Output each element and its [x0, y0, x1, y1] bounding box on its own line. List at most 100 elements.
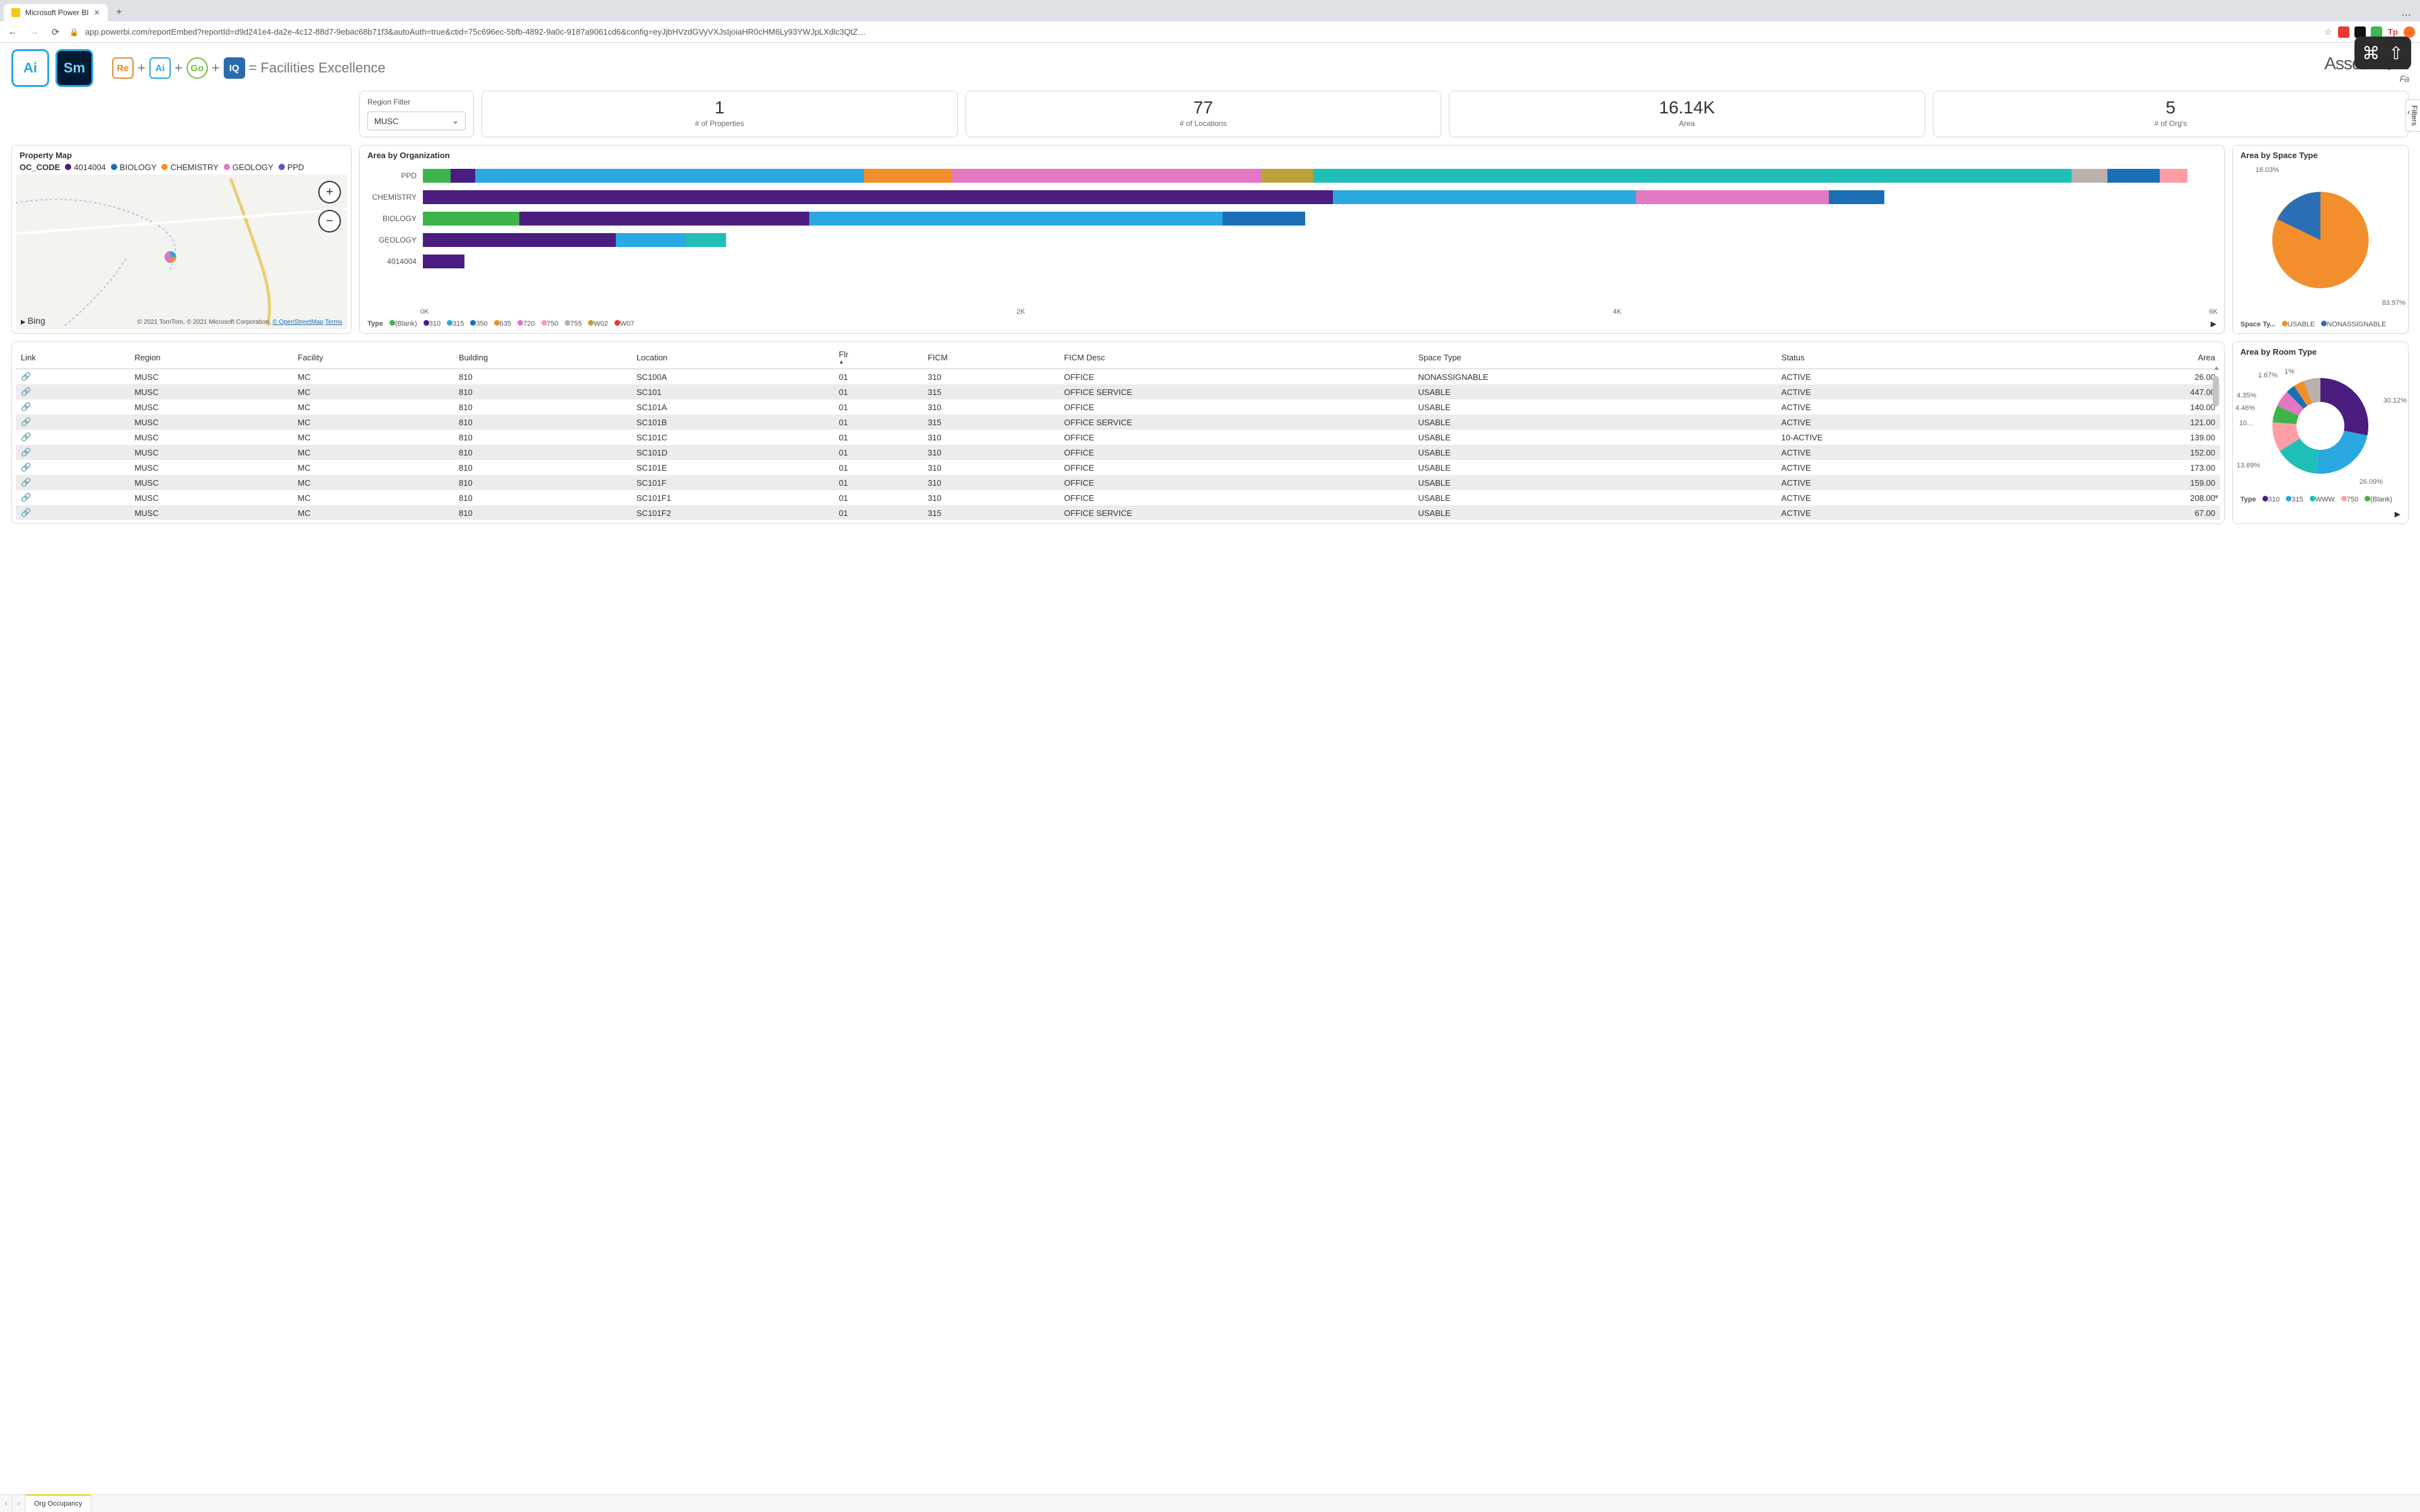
table-header[interactable]: FICM Desc: [1059, 346, 1413, 369]
link-icon[interactable]: 🔗: [21, 372, 31, 381]
link-icon[interactable]: 🔗: [21, 508, 31, 517]
table-row[interactable]: 🔗MUSCMC810SC101F201315OFFICE SERVICEUSAB…: [16, 505, 2220, 520]
legend-item[interactable]: 310: [424, 320, 441, 328]
bar-segment[interactable]: [2107, 169, 2160, 183]
table-row[interactable]: 🔗MUSCMC810SC101C01310OFFICEUSABLE10-ACTI…: [16, 430, 2220, 445]
bar-row[interactable]: CHEMISTRY: [369, 186, 2215, 208]
table-header[interactable]: Location: [631, 346, 834, 369]
link-cell[interactable]: 🔗: [16, 430, 129, 445]
kpi-card[interactable]: 5# of Org's: [1933, 91, 2409, 137]
table-header[interactable]: FICM: [923, 346, 1059, 369]
table-row[interactable]: 🔗MUSCMC810SC100A01310OFFICENONASSIGNABLE…: [16, 369, 2220, 385]
legend-item[interactable]: 350: [470, 320, 487, 328]
page-next-button[interactable]: ›: [13, 1495, 25, 1512]
legend-item[interactable]: CHEMISTRY: [161, 163, 218, 172]
legend-item[interactable]: BIOLOGY: [111, 163, 157, 172]
ext-icon[interactable]: [2404, 26, 2415, 38]
bar-segment[interactable]: [423, 255, 464, 268]
ext-icon[interactable]: [2338, 26, 2349, 38]
map-zoom-out-button[interactable]: −: [318, 210, 341, 232]
map-zoom-in-button[interactable]: +: [318, 181, 341, 203]
bar-segment[interactable]: [423, 169, 451, 183]
kpi-card[interactable]: 16.14KArea: [1449, 91, 1925, 137]
legend-item[interactable]: 720: [517, 320, 534, 328]
window-menu-icon[interactable]: ⋯: [2401, 9, 2411, 21]
table-row[interactable]: 🔗MUSCMC810SC101D01310OFFICEUSABLEACTIVE1…: [16, 445, 2220, 460]
region-filter-select[interactable]: MUSC ⌄: [367, 112, 466, 130]
page-tab-org-occupancy[interactable]: Org Occupancy: [25, 1494, 91, 1512]
map-area[interactable]: + − Bing © 2021 TomTom, © 2021 Microsoft…: [16, 175, 347, 329]
table-row[interactable]: 🔗MUSCMC810SC101A01310OFFICEUSABLEACTIVE1…: [16, 399, 2220, 415]
table-row[interactable]: 🔗MUSCMC810SC101F101310OFFICEUSABLEACTIVE…: [16, 490, 2220, 505]
filters-pane-toggle[interactable]: Filters ‹: [2406, 100, 2420, 132]
link-cell[interactable]: 🔗: [16, 460, 129, 475]
bar-segment[interactable]: [1829, 190, 1884, 204]
legend-item[interactable]: GEOLOGY: [224, 163, 274, 172]
legend-item[interactable]: W02: [588, 320, 608, 328]
table-header[interactable]: Link: [16, 346, 129, 369]
legend-item[interactable]: (Blank): [2365, 496, 2392, 503]
ext-icon[interactable]: [2371, 26, 2382, 38]
bar-segment[interactable]: [451, 169, 475, 183]
table-header[interactable]: Flr: [834, 346, 923, 369]
link-cell[interactable]: 🔗: [16, 445, 129, 460]
bar-chart[interactable]: PPDCHEMISTRYBIOLOGYGEOLOGY4014004: [360, 163, 2224, 306]
legend-more-icon[interactable]: ▶: [2211, 319, 2216, 328]
table-header[interactable]: Facility: [292, 346, 454, 369]
legend-item[interactable]: 750: [541, 320, 558, 328]
legend-item[interactable]: (Blank): [389, 320, 417, 328]
scroll-down-icon[interactable]: ▼: [2213, 494, 2220, 501]
close-tab-icon[interactable]: ✕: [94, 8, 100, 17]
table-header[interactable]: Building: [454, 346, 631, 369]
browser-tab[interactable]: Microsoft Power BI ✕: [4, 4, 108, 21]
new-tab-button[interactable]: +: [112, 5, 127, 20]
bar-segment[interactable]: [1636, 190, 1829, 204]
link-cell[interactable]: 🔗: [16, 384, 129, 399]
bar-segment[interactable]: [685, 233, 727, 247]
table-row[interactable]: 🔗MUSCMC810SC101E01310OFFICEUSABLEACTIVE1…: [16, 460, 2220, 475]
kpi-card[interactable]: 1# of Properties: [481, 91, 958, 137]
scroll-up-icon[interactable]: ▲: [2213, 365, 2220, 372]
bar-segment[interactable]: [864, 169, 952, 183]
legend-item[interactable]: 315: [447, 320, 464, 328]
donut-chart[interactable]: 30.12% 26.09% 13.69% 10... 4.46% 4.35% 1…: [2233, 359, 2408, 492]
kpi-card[interactable]: 77# of Locations: [965, 91, 1442, 137]
table-header[interactable]: Space Type: [1413, 346, 1776, 369]
bar-row[interactable]: 4014004: [369, 251, 2215, 272]
locations-table[interactable]: ▲ ▼ LinkRegionFacilityBuildingLocationFl…: [16, 346, 2220, 520]
legend-item[interactable]: PPD: [279, 163, 304, 172]
table-row[interactable]: 🔗MUSCMC810SC101B01315OFFICE SERVICEUSABL…: [16, 415, 2220, 430]
bar-segment[interactable]: [1313, 169, 2071, 183]
bar-segment[interactable]: [423, 212, 519, 226]
bar-segment[interactable]: [519, 212, 809, 226]
legend-item[interactable]: USABLE: [2282, 321, 2315, 328]
ext-icon[interactable]: Tp: [2387, 26, 2399, 38]
link-cell[interactable]: 🔗: [16, 475, 129, 490]
bar-row[interactable]: GEOLOGY: [369, 229, 2215, 251]
scroll-thumb[interactable]: [2213, 376, 2219, 406]
table-header[interactable]: Area: [2010, 346, 2220, 369]
legend-item[interactable]: 755: [565, 320, 582, 328]
back-button[interactable]: ←: [5, 25, 20, 40]
bar-segment[interactable]: [1333, 190, 1636, 204]
bar-row[interactable]: PPD: [369, 165, 2215, 186]
bar-segment[interactable]: [809, 212, 1223, 226]
bar-segment[interactable]: [1223, 212, 1305, 226]
table-row[interactable]: 🔗MUSCMC810SC10101315OFFICE SERVICEUSABLE…: [16, 384, 2220, 399]
legend-item[interactable]: 635: [494, 320, 511, 328]
legend-item[interactable]: W07: [614, 320, 635, 328]
url-text[interactable]: app.powerbi.com/reportEmbed?reportId=d9d…: [85, 27, 2318, 37]
reload-button[interactable]: ⟳: [48, 25, 63, 40]
link-icon[interactable]: 🔗: [21, 417, 31, 427]
link-cell[interactable]: 🔗: [16, 415, 129, 430]
link-icon[interactable]: 🔗: [21, 493, 31, 502]
legend-item[interactable]: 310: [2262, 496, 2279, 503]
bar-segment[interactable]: [2071, 169, 2107, 183]
link-icon[interactable]: 🔗: [21, 387, 31, 396]
table-header[interactable]: Region: [129, 346, 292, 369]
link-icon[interactable]: 🔗: [21, 478, 31, 487]
pie-chart[interactable]: 16.03% 83.97%: [2233, 163, 2408, 317]
bar-segment[interactable]: [423, 233, 616, 247]
legend-item[interactable]: WWW: [2310, 496, 2335, 503]
legend-item[interactable]: 750: [2341, 496, 2358, 503]
